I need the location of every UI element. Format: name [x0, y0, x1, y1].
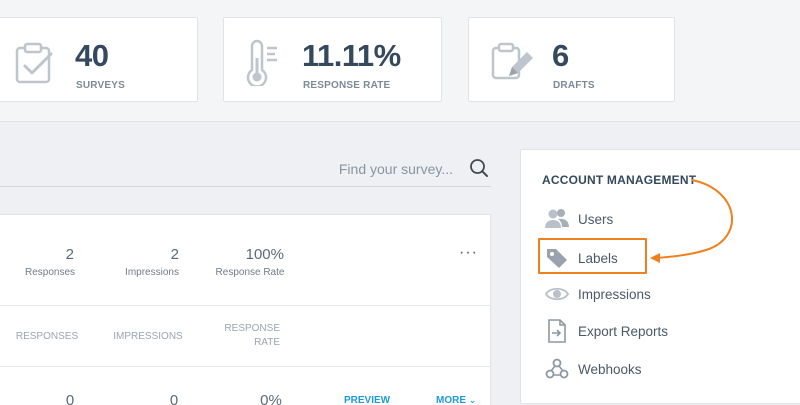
- row-impressions: 0: [169, 392, 179, 405]
- account-item-label: Webhooks: [578, 361, 642, 377]
- stat-value: 6: [552, 38, 569, 73]
- webhook-icon: [545, 357, 569, 381]
- stat-label: RESPONSE RATE: [303, 80, 391, 91]
- column-header-impressions: IMPRESSIONS: [113, 331, 183, 342]
- clipboard-check-icon: [15, 42, 53, 84]
- account-item-impressions[interactable]: Impressions: [545, 282, 651, 306]
- search-icon[interactable]: [469, 158, 489, 178]
- panel-title: ACCOUNT MANAGEMENT: [542, 173, 697, 187]
- survey-impressions: 2 Impressions: [114, 246, 190, 278]
- more-label: MORE: [436, 395, 466, 405]
- chevron-down-icon: ⌄: [468, 395, 477, 405]
- stat-card-surveys[interactable]: 40 SURVEYS: [0, 17, 198, 102]
- stat-label: SURVEYS: [76, 80, 126, 91]
- more-dropdown[interactable]: MORE ⌄: [436, 395, 476, 405]
- divider: [0, 366, 491, 367]
- survey-response-rate: 100% Response Rate: [210, 246, 290, 278]
- column-header-response-rate-line2: RATE: [254, 337, 280, 348]
- preview-link[interactable]: PREVIEW: [344, 395, 390, 405]
- stat-value: 40: [75, 38, 109, 73]
- survey-card: [0, 214, 491, 405]
- responses-caption: Responses: [24, 267, 76, 278]
- account-management-panel: ACCOUNT MANAGEMENT Users Labels Impressi…: [520, 149, 800, 404]
- row-response-rate: 0%: [260, 392, 282, 405]
- column-header-responses: RESPONSES: [15, 331, 79, 342]
- users-icon: [545, 207, 569, 231]
- survey-responses: 2 Responses: [12, 246, 88, 278]
- account-item-label: Impressions: [578, 286, 651, 302]
- stat-label: DRAFTS: [553, 80, 595, 91]
- column-header-response-rate: RESPONSE RATE: [224, 322, 280, 350]
- account-item-label: Users: [578, 211, 614, 227]
- impressions-caption: Impressions: [125, 267, 179, 278]
- survey-more-menu[interactable]: ···: [459, 244, 478, 262]
- impressions-count: 2: [170, 246, 179, 263]
- annotation-highlight: [538, 238, 647, 274]
- clipboard-edit-icon: [491, 42, 533, 80]
- response-rate-value: 100%: [245, 246, 284, 263]
- export-file-icon: [545, 319, 569, 343]
- search-input[interactable]: [253, 158, 453, 180]
- account-item-label: Export Reports: [578, 323, 669, 339]
- account-item-export-reports[interactable]: Export Reports: [545, 319, 668, 343]
- stat-card-response-rate[interactable]: 11.11% RESPONSE RATE: [223, 17, 442, 102]
- account-item-users[interactable]: Users: [545, 207, 613, 231]
- stat-value: 11.11%: [302, 38, 401, 73]
- thermometer-icon: [246, 39, 277, 86]
- row-responses: 0: [65, 392, 75, 405]
- account-item-webhooks[interactable]: Webhooks: [545, 357, 642, 381]
- column-header-response-rate-line1: RESPONSE: [224, 323, 280, 334]
- divider: [0, 305, 491, 306]
- stat-card-drafts[interactable]: 6 DRAFTS: [468, 17, 675, 102]
- eye-icon: [545, 282, 569, 306]
- response-rate-caption: Response Rate: [215, 267, 285, 278]
- survey-search: [0, 150, 491, 187]
- responses-count: 2: [65, 246, 74, 263]
